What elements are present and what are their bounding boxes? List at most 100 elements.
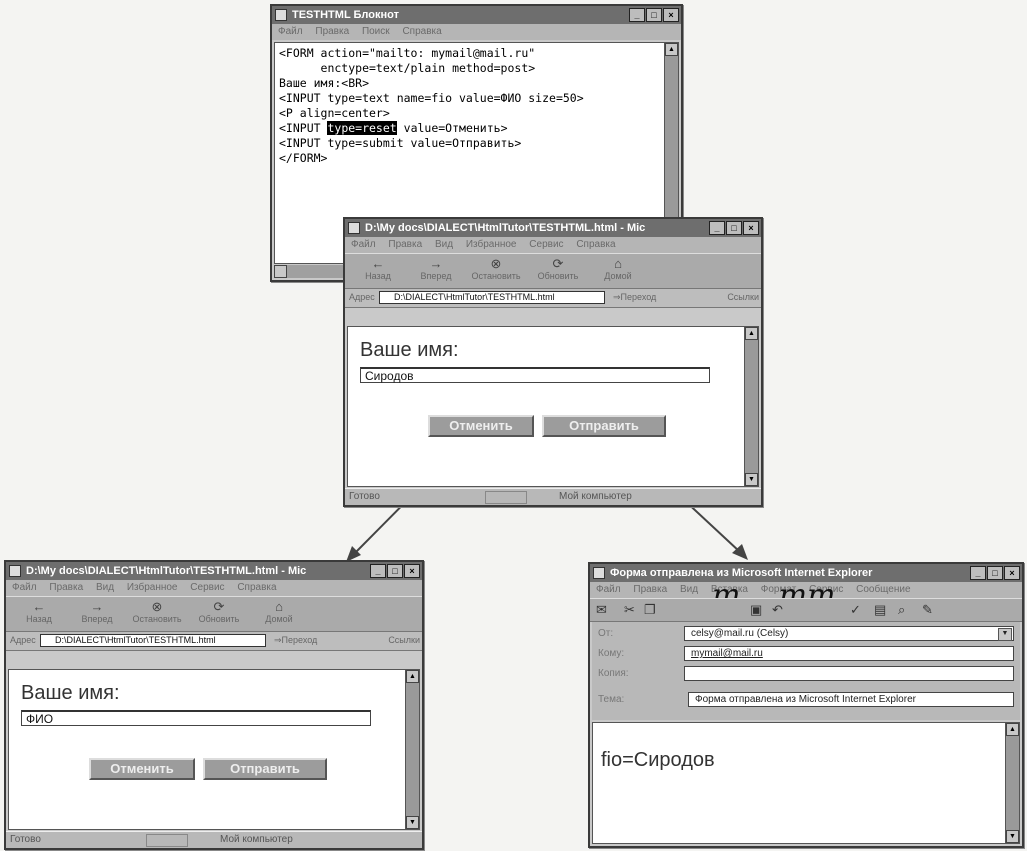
copy-icon[interactable]: ❐ <box>644 602 656 618</box>
forward-button[interactable]: → Вперед <box>68 599 126 625</box>
signature-icon[interactable]: ✎ <box>922 602 933 618</box>
to-row: Кому: mymail@mail.ru <box>592 646 1020 662</box>
menu-tools[interactable]: Сервис <box>190 582 224 593</box>
scroll-left-icon[interactable] <box>274 265 287 278</box>
scroll-up-icon[interactable]: ▲ <box>1006 723 1019 736</box>
minimize-button[interactable]: _ <box>370 564 386 578</box>
close-button[interactable]: × <box>743 221 759 235</box>
menu-favorites[interactable]: Избранное <box>127 582 178 593</box>
stop-icon: ⊗ <box>490 256 502 271</box>
menu-view[interactable]: Вид <box>96 582 114 593</box>
minimize-button[interactable]: _ <box>970 566 986 580</box>
go-button[interactable]: ⇒Переход <box>613 292 656 303</box>
menu-search[interactable]: Поиск <box>362 26 390 37</box>
status-bar: Готово Мой компьютер <box>345 488 761 505</box>
send-icon[interactable]: ✉ <box>596 602 607 618</box>
scroll-up-icon[interactable]: ▲ <box>406 670 419 683</box>
browser-titlebar[interactable]: D:\My docs\DIALECT\HtmlTutor\TESTHTML.ht… <box>345 219 761 237</box>
notepad-titlebar[interactable]: TESTHTML Блокнот _ □ × <box>272 6 681 24</box>
stop-button[interactable]: ⊗ Остановить <box>467 256 525 282</box>
notepad-title: TESTHTML Блокнот <box>292 9 399 21</box>
refresh-button[interactable]: ⟳ Обновить <box>529 257 587 282</box>
scroll-down-icon[interactable]: ▼ <box>1006 830 1019 843</box>
address-input[interactable]: D:\DIALECT\HtmlTutor\TESTHTML.html <box>40 634 266 647</box>
go-button[interactable]: ⇒Переход <box>274 635 317 646</box>
forward-icon: → <box>90 599 104 614</box>
fio-input[interactable]: Сиродов <box>360 367 710 383</box>
menu-message[interactable]: Сообщение <box>856 584 910 595</box>
scroll-up-icon[interactable]: ▲ <box>665 43 678 56</box>
cc-field[interactable] <box>684 666 1014 681</box>
close-button[interactable]: × <box>404 564 420 578</box>
cc-row: Копия: <box>592 666 1020 682</box>
home-button[interactable]: ⌂ Домой <box>589 257 647 282</box>
scroll-down-icon[interactable]: ▼ <box>406 816 419 829</box>
fio-input[interactable]: ФИО <box>21 710 371 726</box>
check-names-icon[interactable]: ✓ <box>850 602 861 618</box>
home-button[interactable]: ⌂ Домой <box>250 600 308 625</box>
submit-button[interactable]: Отправить <box>203 758 327 780</box>
minimize-button[interactable]: _ <box>709 221 725 235</box>
stop-button[interactable]: ⊗ Остановить <box>128 600 186 625</box>
back-label: Назад <box>26 614 52 624</box>
minimize-button[interactable]: _ <box>629 8 645 22</box>
submit-button[interactable]: Отправить <box>542 415 666 437</box>
menu-tools[interactable]: Сервис <box>529 239 563 250</box>
reset-button[interactable]: Отменить <box>89 758 195 780</box>
undo-icon[interactable]: ↶ <box>772 602 783 618</box>
back-button[interactable]: ← Назад <box>349 257 407 282</box>
page-scrollbar[interactable]: ▲ ▼ <box>405 670 419 829</box>
menu-help[interactable]: Справка <box>402 26 441 37</box>
menu-file[interactable]: Файл <box>596 584 621 595</box>
close-button[interactable]: × <box>1004 566 1020 580</box>
reset-button[interactable]: Отменить <box>428 415 534 437</box>
home-label: Домой <box>265 614 293 624</box>
menu-file[interactable]: Файл <box>278 26 303 37</box>
mail-scrollbar[interactable]: ▲ ▼ <box>1005 723 1019 843</box>
menu-edit[interactable]: Правка <box>633 584 667 595</box>
code-line: Ваше имя:<BR> <box>279 76 370 90</box>
menu-view[interactable]: Вид <box>435 239 453 250</box>
browser-titlebar[interactable]: D:\My docs\DIALECT\HtmlTutor\TESTHTML.ht… <box>6 562 422 580</box>
refresh-button[interactable]: ⟳ Обновить <box>190 600 248 625</box>
code-line: <FORM action="mailto: mymail@mail.ru" <box>279 46 536 60</box>
scroll-up-icon[interactable]: ▲ <box>745 327 758 340</box>
links-button[interactable]: Ссылки <box>388 635 420 645</box>
chevron-down-icon[interactable]: ▼ <box>998 628 1012 641</box>
maximize-button[interactable]: □ <box>387 564 403 578</box>
maximize-button[interactable]: □ <box>726 221 742 235</box>
menu-edit[interactable]: Правка <box>49 582 83 593</box>
subject-field[interactable]: Форма отправлена из Microsoft Internet E… <box>688 692 1014 707</box>
mail-body[interactable]: fio=Сиродов ▲ ▼ <box>592 722 1020 844</box>
menu-file[interactable]: Файл <box>12 582 37 593</box>
forward-button[interactable]: → Вперед <box>407 257 465 282</box>
from-select[interactable]: celsy@mail.ru (Celsy) ▼ <box>684 626 1014 641</box>
attach-icon[interactable]: ⌕ <box>898 602 905 618</box>
menu-favorites[interactable]: Избранное <box>466 239 517 250</box>
address-input[interactable]: D:\DIALECT\HtmlTutor\TESTHTML.html <box>379 291 605 304</box>
status-ready: Готово <box>349 491 380 502</box>
paste-icon[interactable]: ▣ <box>750 602 762 618</box>
menu-view[interactable]: Вид <box>680 584 698 595</box>
back-label: Назад <box>365 271 391 281</box>
links-button[interactable]: Ссылки <box>727 292 759 302</box>
go-label: Переход <box>620 292 657 302</box>
close-button[interactable]: × <box>663 8 679 22</box>
spelling-icon[interactable]: ▤ <box>874 602 886 618</box>
scroll-down-icon[interactable]: ▼ <box>745 473 758 486</box>
status-zone: Мой компьютер <box>220 834 293 845</box>
menu-file[interactable]: Файл <box>351 239 376 250</box>
menu-help[interactable]: Справка <box>576 239 615 250</box>
maximize-button[interactable]: □ <box>987 566 1003 580</box>
cut-icon[interactable]: ✂ <box>624 602 635 618</box>
back-button[interactable]: ← Назад <box>10 600 68 625</box>
status-bar: Готово Мой компьютер <box>6 831 422 848</box>
to-field[interactable]: mymail@mail.ru <box>684 646 1014 661</box>
page-scrollbar[interactable]: ▲ ▼ <box>744 327 758 486</box>
subject-row: Тема: Форма отправлена из Microsoft Inte… <box>592 692 1020 708</box>
code-segment: value=Отменить> <box>396 121 508 135</box>
menu-edit[interactable]: Правка <box>315 26 349 37</box>
maximize-button[interactable]: □ <box>646 8 662 22</box>
menu-help[interactable]: Справка <box>237 582 276 593</box>
menu-edit[interactable]: Правка <box>388 239 422 250</box>
